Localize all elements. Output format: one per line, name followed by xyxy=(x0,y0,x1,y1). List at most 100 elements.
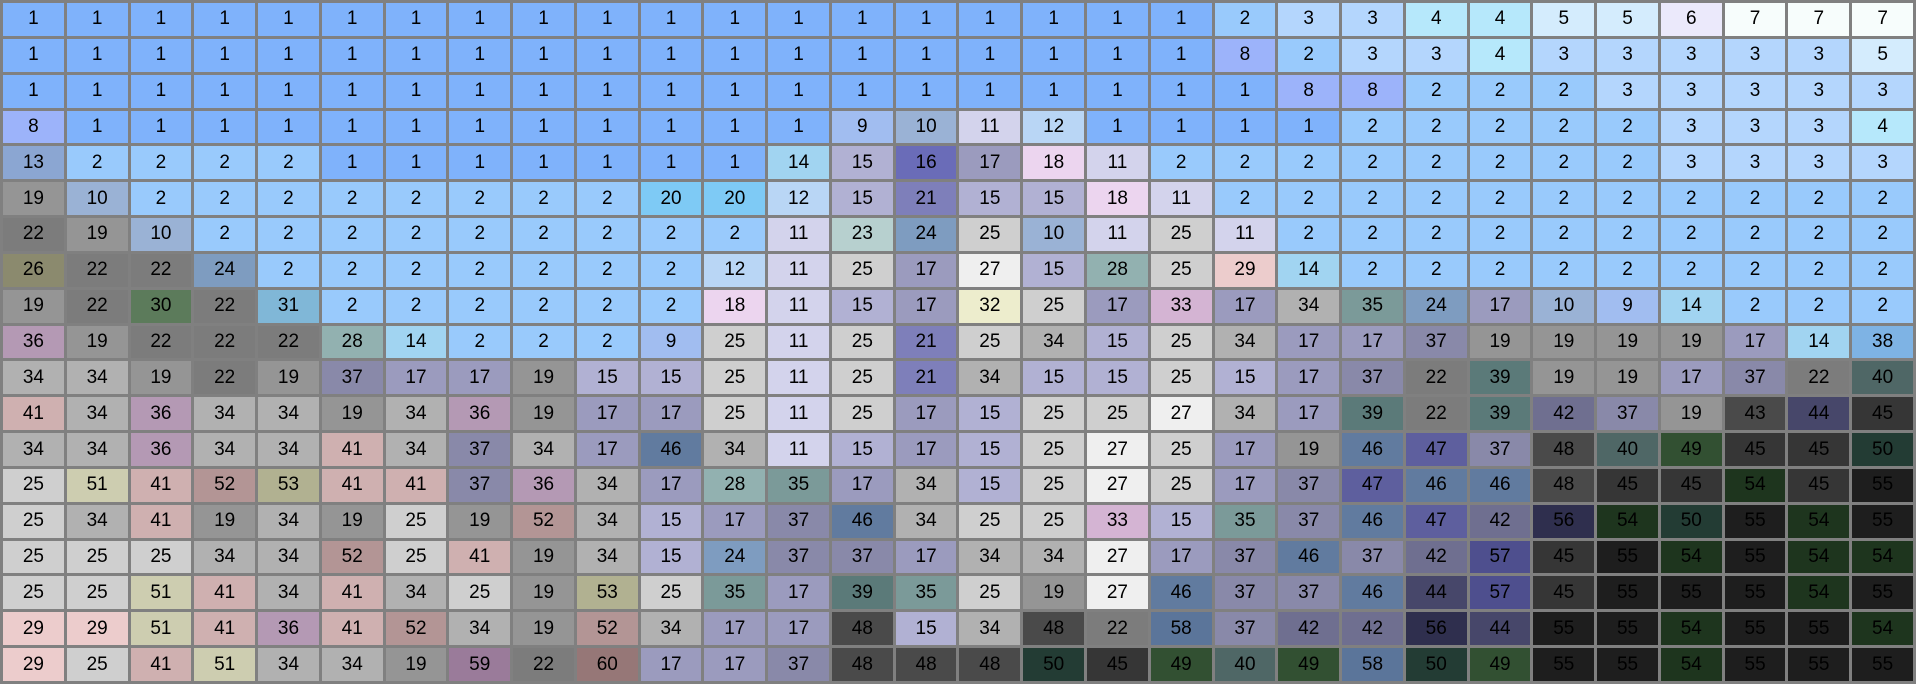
grid-cell: 25 xyxy=(1023,504,1085,538)
grid-cell: 4 xyxy=(1469,3,1531,36)
grid-cell: 17 xyxy=(1214,289,1276,323)
grid-cell: 53 xyxy=(576,576,638,610)
grid-cell: 25 xyxy=(66,576,128,610)
grid-cell: 35 xyxy=(768,468,829,502)
grid-cell: 22 xyxy=(513,648,574,681)
grid-cell: 2 xyxy=(1469,74,1531,108)
grid-cell: 25 xyxy=(66,648,128,681)
grid-cell: 4 xyxy=(1469,38,1531,72)
grid-cell: 55 xyxy=(1533,648,1595,681)
grid-cell: 1 xyxy=(640,146,702,180)
grid-cell: 55 xyxy=(1852,648,1913,681)
grid-cell: 2 xyxy=(1788,289,1850,323)
grid-cell: 22 xyxy=(1788,361,1850,395)
grid-cell: 41 xyxy=(130,468,192,502)
grid-cell: 1 xyxy=(704,3,766,36)
grid-cell: 2 xyxy=(1214,3,1276,36)
grid-cell: 1 xyxy=(130,110,192,144)
grid-cell: 37 xyxy=(1214,612,1276,646)
grid-cell: 3 xyxy=(1724,74,1786,108)
grid-cell: 1 xyxy=(640,3,702,36)
grid-cell: 34 xyxy=(3,433,64,466)
grid-cell: 2 xyxy=(1405,110,1467,144)
grid-cell: 11 xyxy=(768,325,829,359)
grid-cell: 17 xyxy=(576,397,638,431)
grid-cell: 2 xyxy=(258,218,319,251)
grid-cell: 34 xyxy=(66,397,128,431)
grid-cell: 1 xyxy=(1023,74,1085,108)
grid-cell: 1 xyxy=(3,74,64,108)
grid-cell: 35 xyxy=(895,576,957,610)
grid-cell: 2 xyxy=(513,325,574,359)
grid-cell: 37 xyxy=(1278,504,1340,538)
grid-cell: 34 xyxy=(258,504,319,538)
grid-cell: 2 xyxy=(1150,146,1212,180)
grid-cell: 3 xyxy=(1597,38,1658,72)
grid-cell: 44 xyxy=(1469,612,1531,646)
grid-cell: 57 xyxy=(1469,576,1531,610)
grid-cell: 55 xyxy=(1788,648,1850,681)
grid-cell: 56 xyxy=(1405,612,1467,646)
grid-cell: 2 xyxy=(513,289,574,323)
grid-cell: 48 xyxy=(959,648,1021,681)
grid-cell: 19 xyxy=(1660,397,1722,431)
grid-cell: 2 xyxy=(194,146,256,180)
grid-cell: 12 xyxy=(768,182,829,216)
grid-cell: 18 xyxy=(704,289,766,323)
grid-cell: 1 xyxy=(321,3,383,36)
grid-cell: 2 xyxy=(194,218,256,251)
grid-cell: 1 xyxy=(768,74,829,108)
grid-cell: 14 xyxy=(1788,325,1850,359)
grid-cell: 7 xyxy=(1788,3,1850,36)
grid-cell: 1 xyxy=(704,74,766,108)
grid-cell: 36 xyxy=(258,612,319,646)
grid-cell: 2 xyxy=(1724,182,1786,216)
grid-cell: 39 xyxy=(831,576,893,610)
grid-cell: 48 xyxy=(1533,468,1595,502)
grid-cell: 2 xyxy=(1597,182,1658,216)
grid-cell: 19 xyxy=(513,540,574,574)
grid-cell: 25 xyxy=(831,253,893,287)
grid-cell: 37 xyxy=(449,433,511,466)
grid-cell: 59 xyxy=(449,648,511,681)
grid-cell: 19 xyxy=(194,504,256,538)
grid-cell: 24 xyxy=(1405,289,1467,323)
grid-cell: 41 xyxy=(321,576,383,610)
grid-cell: 2 xyxy=(385,289,447,323)
grid-cell: 15 xyxy=(895,612,957,646)
grid-cell: 19 xyxy=(385,648,447,681)
grid-cell: 17 xyxy=(1150,540,1212,574)
grid-cell: 11 xyxy=(1087,146,1148,180)
grid-cell: 1 xyxy=(194,3,256,36)
grid-cell: 10 xyxy=(130,218,192,251)
grid-cell: 17 xyxy=(576,433,638,466)
grid-cell: 50 xyxy=(1660,504,1722,538)
grid-cell: 42 xyxy=(1278,612,1340,646)
grid-cell: 54 xyxy=(1660,540,1722,574)
grid-cell: 46 xyxy=(1469,468,1531,502)
grid-cell: 2 xyxy=(640,289,702,323)
grid-cell: 2 xyxy=(1342,182,1403,216)
grid-cell: 19 xyxy=(513,397,574,431)
grid-cell: 17 xyxy=(385,361,447,395)
grid-cell: 1 xyxy=(449,146,511,180)
grid-cell: 17 xyxy=(959,146,1021,180)
grid-cell: 50 xyxy=(1405,648,1467,681)
grid-cell: 25 xyxy=(385,540,447,574)
grid-cell: 15 xyxy=(831,146,893,180)
grid-cell: 3 xyxy=(1724,38,1786,72)
grid-cell: 55 xyxy=(1597,612,1658,646)
grid-cell: 28 xyxy=(704,468,766,502)
grid-cell: 10 xyxy=(895,110,957,144)
grid-cell: 2 xyxy=(321,253,383,287)
grid-cell: 46 xyxy=(831,504,893,538)
grid-cell: 17 xyxy=(640,397,702,431)
grid-cell: 17 xyxy=(1278,361,1340,395)
grid-cell: 15 xyxy=(640,504,702,538)
grid-cell: 37 xyxy=(1214,576,1276,610)
grid-cell: 34 xyxy=(640,612,702,646)
grid-cell: 1 xyxy=(66,3,128,36)
grid-cell: 55 xyxy=(1597,648,1658,681)
grid-cell: 41 xyxy=(321,433,383,466)
grid-cell: 2 xyxy=(1788,218,1850,251)
